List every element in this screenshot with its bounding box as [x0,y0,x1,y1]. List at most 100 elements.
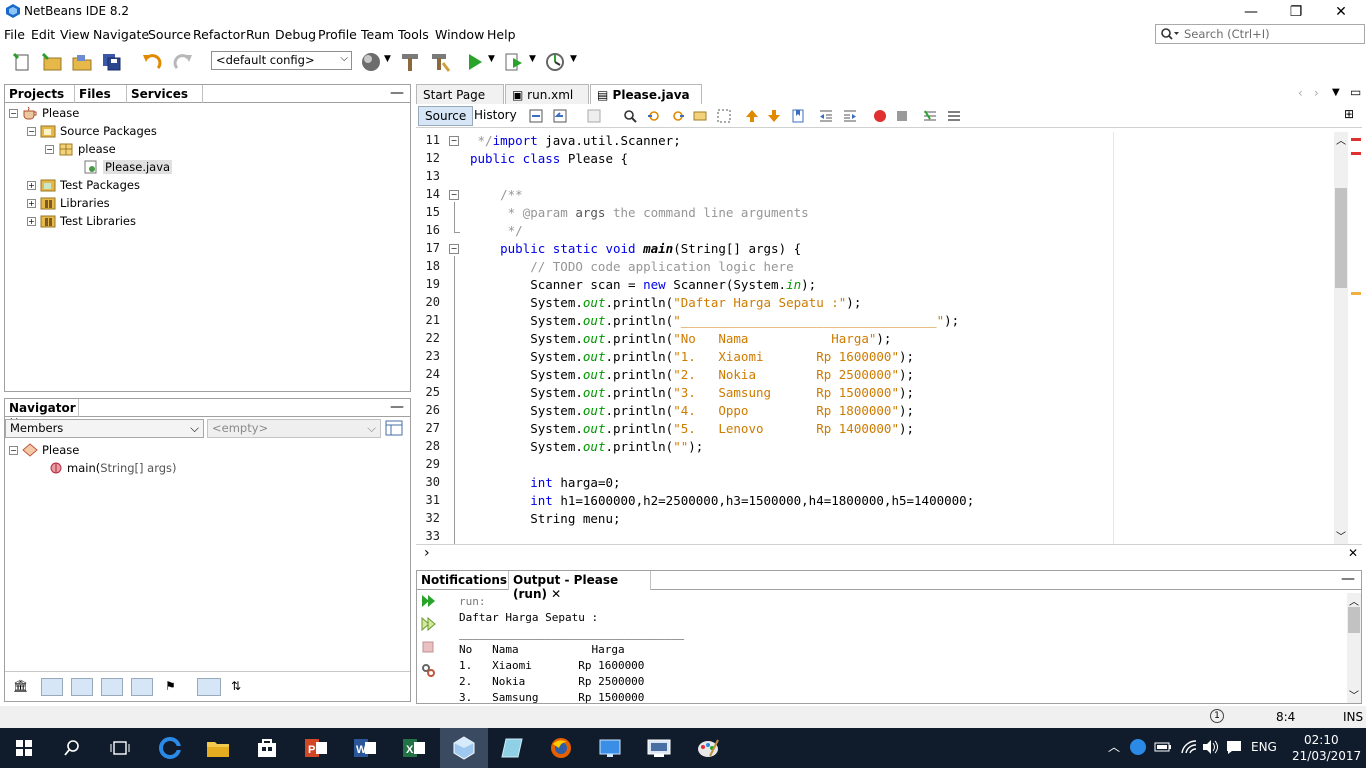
menu-refactor[interactable]: Refactor [193,27,245,42]
scroll-down-icon[interactable]: ﹀ [1349,687,1359,702]
scroll-up-icon[interactable]: ︿ [1349,593,1359,608]
find-selection-icon[interactable] [622,108,638,124]
tree-item-file[interactable]: Please.java [83,158,173,176]
firefox-icon[interactable] [547,734,575,762]
tree-item-libraries[interactable]: + Libraries [27,194,110,212]
menu-tools[interactable]: Tools [398,27,429,42]
nav-item-class[interactable]: − Please [9,441,79,459]
edge-browser-icon[interactable] [156,734,184,762]
members-select[interactable]: Members ⌵ [5,419,204,438]
tree-item-test-packages[interactable]: + Test Packages [27,176,140,194]
toggle-highlight-icon[interactable] [692,108,708,124]
fold-toggle[interactable]: − [449,244,459,254]
expand-icon[interactable]: + [27,216,36,226]
split-editor-icon[interactable]: ⊞ [1344,107,1354,121]
close-bar-icon[interactable]: ✕ [1348,546,1358,560]
notification-icon[interactable]: 1 [1210,709,1224,723]
volume-icon[interactable] [1202,739,1220,755]
maximize-button[interactable]: ❐ [1273,0,1319,24]
new-file-icon[interactable] [10,50,34,74]
config-select[interactable]: <default config> ⌵ [211,51,352,70]
output-console[interactable]: run: Daftar Harga Sepatu : _____________… [459,595,1339,703]
tree-item-source-packages[interactable]: − Source Packages [27,122,157,140]
maximize-editor-icon[interactable]: ▭ [1350,85,1361,99]
class-members-icon[interactable]: 🏛 [13,679,28,693]
scroll-tabs-right-icon[interactable]: › [1314,86,1319,100]
tab-navigator[interactable]: Navigator ✕ [5,399,79,429]
file-explorer-icon[interactable] [204,734,232,762]
previous-bookmark-icon[interactable] [744,108,760,124]
show-hidden-icons-icon[interactable]: ︿ [1108,738,1120,755]
run-project-icon[interactable] [463,50,487,74]
tree-item-test-libraries[interactable]: + Test Libraries [27,212,136,230]
menu-debug[interactable]: Debug [275,27,316,42]
redo-icon[interactable] [171,50,195,74]
search-input[interactable]: Search (Ctrl+I) [1155,24,1365,44]
fold-toggle[interactable]: − [449,190,459,200]
virtual-machine-icon[interactable] [645,734,673,762]
store-icon[interactable] [253,734,281,762]
expand-icon[interactable]: + [27,180,36,190]
menu-profile[interactable]: Profile [318,27,357,42]
last-edit-icon[interactable] [528,108,544,124]
debug-project-icon[interactable] [502,50,526,74]
toggle-bookmark-icon[interactable] [790,108,806,124]
windows-start-icon[interactable] [10,734,38,762]
tab-list-icon[interactable]: ▼ [1332,87,1340,98]
sort-by-name-toggle[interactable] [197,678,221,696]
menu-navigate[interactable]: Navigate [93,27,149,42]
editor-vertical-scrollbar[interactable]: ︿ ﹀ [1334,132,1348,544]
tab-notifications[interactable]: Notifications [417,571,509,590]
menu-window[interactable]: Window [435,27,484,42]
scroll-thumb[interactable] [1348,607,1360,633]
warning-mark[interactable] [1351,292,1361,295]
notes-app-icon[interactable] [498,734,526,762]
excel-icon[interactable]: X [400,734,428,762]
powerpoint-icon[interactable]: P [302,734,330,762]
code-editor[interactable]: */import java.util.Scanner; public class… [470,132,1350,544]
minimize-button[interactable]: — [1228,0,1274,24]
menu-source[interactable]: Source [148,27,191,42]
clock-time[interactable]: 02:10 [1304,733,1339,747]
uncomment-icon[interactable] [946,108,962,124]
rerun-with-params-icon[interactable] [420,616,436,632]
shift-left-icon[interactable] [818,108,834,124]
rerun-icon[interactable] [420,593,436,609]
expand-breadcrumb-icon[interactable]: › [424,545,430,561]
show-inner-classes-toggle[interactable] [131,678,153,696]
menu-help[interactable]: Help [487,27,516,42]
show-static-toggle[interactable] [71,678,93,696]
profile-project-icon[interactable] [543,50,567,74]
wifi-icon[interactable] [1180,739,1198,755]
run-dropdown-icon[interactable]: ▼ [488,54,495,64]
collapse-icon[interactable]: − [27,126,36,136]
scroll-tabs-left-icon[interactable]: ‹ [1298,86,1303,100]
search-icon[interactable] [58,734,86,762]
expand-icon[interactable]: + [27,198,36,208]
scroll-down-icon[interactable]: ﹀ [1336,528,1346,543]
tab-services[interactable]: Services [127,85,203,103]
forward-icon[interactable] [586,108,602,124]
minimize-panel-button[interactable]: — [1341,571,1355,587]
build-hammer-icon[interactable] [398,50,422,74]
globe-icon[interactable] [359,50,383,74]
rectangular-selection-icon[interactable] [716,108,732,124]
tree-item-package[interactable]: − please [45,140,116,158]
new-project-icon[interactable] [40,50,64,74]
output-vertical-scrollbar[interactable]: ︿ ﹀ [1347,593,1361,703]
menu-run[interactable]: Run [246,27,270,42]
tray-app-icon[interactable] [1130,739,1146,755]
collapse-icon[interactable]: − [9,108,18,118]
task-view-icon[interactable] [106,734,134,762]
scroll-up-icon[interactable]: ︿ [1336,132,1346,147]
error-mark[interactable] [1351,138,1361,141]
next-bookmark-icon[interactable] [766,108,782,124]
fold-toggle[interactable]: − [449,136,459,146]
history-mode-button[interactable]: History [468,106,523,126]
show-fields-toggle[interactable] [41,678,63,696]
clock-date[interactable]: 21/03/2017 [1292,749,1361,763]
battery-icon[interactable] [1154,740,1172,754]
fully-qualified-icon[interactable]: ⚑ [165,679,176,693]
tab-output[interactable]: Output - Please (run) ✕ [509,571,651,601]
menu-team[interactable]: Team [361,27,394,42]
